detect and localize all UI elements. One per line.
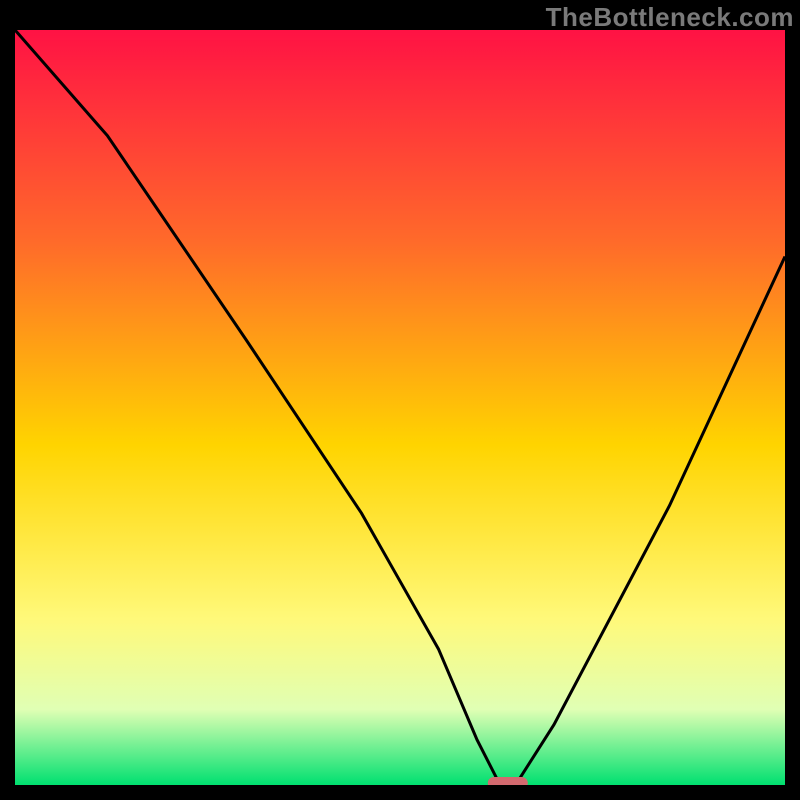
chart-svg <box>15 30 785 785</box>
gradient-background <box>15 30 785 785</box>
bottleneck-plot <box>15 30 785 785</box>
watermark-text: TheBottleneck.com <box>546 2 794 33</box>
chart-frame: TheBottleneck.com <box>0 0 800 800</box>
optimal-marker <box>488 777 528 785</box>
